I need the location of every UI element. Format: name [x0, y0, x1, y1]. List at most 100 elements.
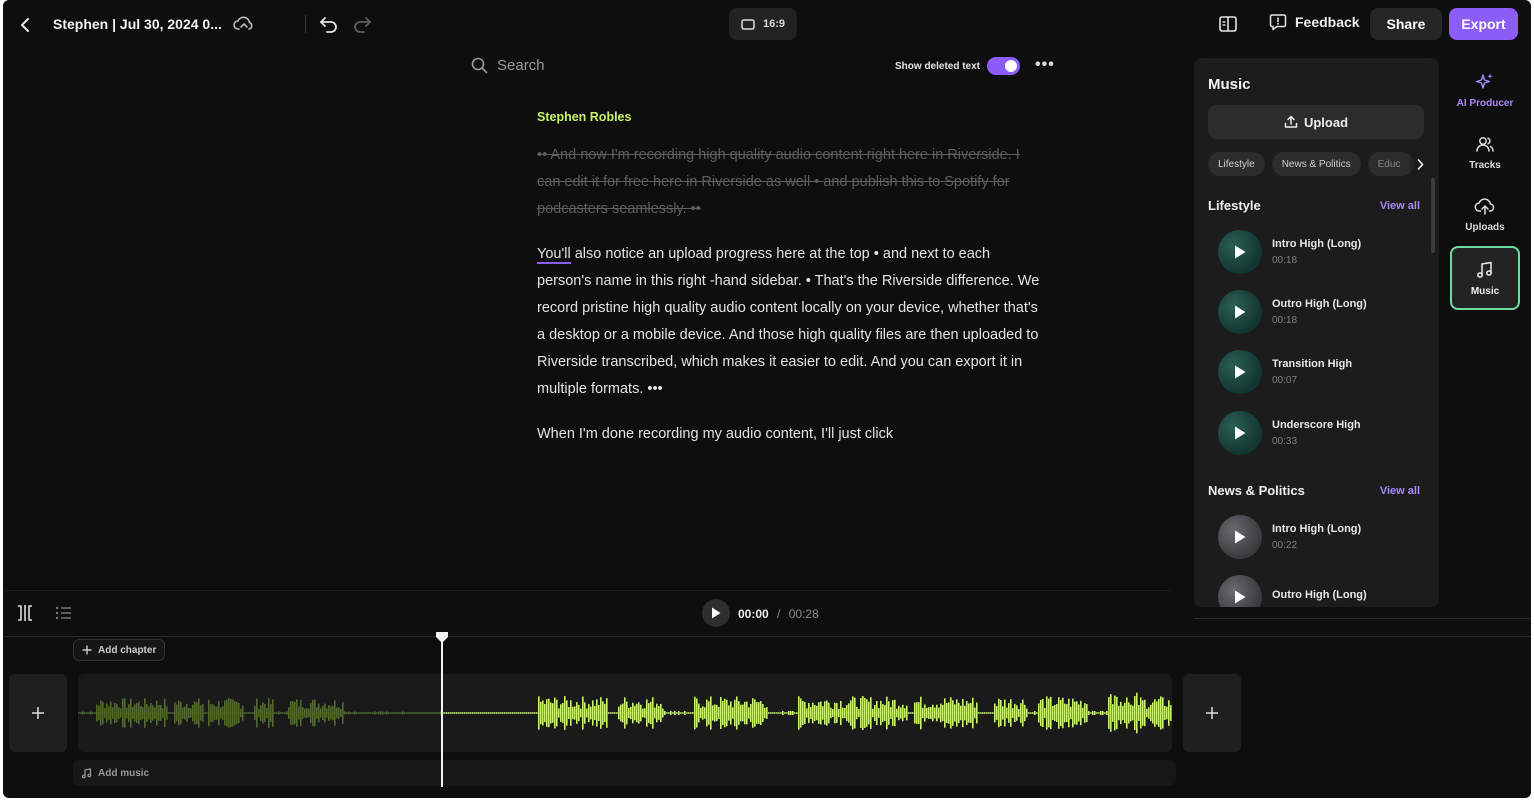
add-music-button[interactable]: Add music: [73, 760, 1176, 786]
play-button[interactable]: [1218, 575, 1262, 607]
panel-title: Music: [1208, 76, 1251, 93]
split-clip-button[interactable]: [15, 604, 35, 627]
category-chips: Lifestyle News & Politics Educ: [1208, 152, 1436, 176]
track-duration: 00:07: [1272, 375, 1298, 386]
section-title: News & Politics: [1208, 483, 1305, 498]
sidebar-item-music[interactable]: Music: [1450, 246, 1520, 310]
music-track[interactable]: Outro High (Long) 00:18: [1218, 289, 1418, 335]
music-track[interactable]: Transition High 00:07: [1218, 349, 1418, 395]
play-button[interactable]: [1218, 411, 1262, 455]
track-name: Outro High (Long): [1272, 588, 1367, 601]
upload-label: Upload: [1303, 114, 1349, 130]
music-track[interactable]: Underscore High 00:33: [1218, 410, 1418, 456]
toolbar-divider: [305, 15, 306, 33]
feedback-label: Feedback: [1295, 14, 1360, 30]
timeline: Add chapter Add music: [3, 632, 1531, 798]
section-title: Lifestyle: [1208, 198, 1261, 213]
panel-scrollbar[interactable]: [1431, 178, 1435, 253]
cloud-sync-button[interactable]: [233, 15, 255, 38]
sidebar-item-label: Music: [1470, 285, 1500, 297]
sidebar-item-label: Uploads: [1465, 221, 1505, 233]
screen-icon: [741, 18, 755, 30]
chevron-left-icon: [21, 18, 29, 32]
plus-icon: [82, 645, 92, 655]
more-horizontal-icon: •••: [1035, 56, 1055, 73]
list-icon: [55, 606, 71, 620]
more-options-button[interactable]: •••: [1035, 56, 1055, 74]
play-button[interactable]: [1218, 350, 1262, 394]
people-icon: [1476, 136, 1494, 152]
share-button[interactable]: Share: [1370, 8, 1442, 40]
speaker-name[interactable]: Stephen Robles: [537, 110, 1047, 124]
playhead-handle[interactable]: [435, 631, 449, 650]
play-icon: [712, 607, 721, 619]
player-bar: 00:00 / 00:28: [3, 590, 1171, 636]
panel-divider: [1194, 618, 1531, 619]
play-icon: [1235, 365, 1246, 379]
view-all-link[interactable]: View all: [1380, 485, 1420, 497]
sidebar-item-label: AI Producer: [1456, 97, 1514, 109]
play-button[interactable]: [1218, 290, 1262, 334]
sidebar-item-ai-producer[interactable]: AI Producer: [1450, 58, 1520, 122]
music-track[interactable]: Intro High (Long) 00:22: [1218, 514, 1418, 560]
highlighted-word[interactable]: You'll: [537, 246, 571, 264]
chapters-list-button[interactable]: [55, 606, 73, 625]
show-deleted-label: Show deleted text: [895, 60, 981, 72]
transcript-paragraph[interactable]: You'll also notice an upload progress he…: [537, 241, 1047, 403]
show-deleted-text-control: Show deleted text: [895, 57, 1021, 75]
track-duration: 00:22: [1272, 540, 1298, 551]
play-button[interactable]: [1218, 515, 1262, 559]
export-button[interactable]: Export: [1449, 8, 1518, 40]
deleted-paragraph[interactable]: •• And now I'm recording high quality au…: [537, 142, 1047, 223]
track-name: Underscore High: [1272, 419, 1361, 431]
add-clip-before-button[interactable]: [9, 674, 67, 752]
category-chip-lifestyle[interactable]: Lifestyle: [1208, 152, 1265, 176]
audio-waveform: [78, 692, 1172, 734]
aspect-ratio-label: 16:9: [762, 18, 786, 30]
paragraph-text: also notice an upload progress here at t…: [537, 246, 1040, 397]
category-chip-education[interactable]: Educ: [1367, 152, 1414, 176]
audio-track-lane[interactable]: [78, 674, 1172, 752]
feedback-button[interactable]: Feedback: [1269, 13, 1360, 31]
track-name: Outro High (Long): [1272, 298, 1367, 310]
redo-button[interactable]: [352, 14, 372, 39]
add-chapter-label: Add chapter: [98, 644, 157, 656]
chips-scroll-right-button[interactable]: [1410, 154, 1430, 174]
category-chip-news-politics[interactable]: News & Politics: [1271, 152, 1361, 176]
music-panel: Music Upload Lifestyle News & Politics E…: [1194, 58, 1439, 607]
add-music-label: Add music: [98, 767, 150, 779]
sidebar-item-uploads[interactable]: Uploads: [1450, 182, 1520, 246]
sidebar-item-tracks[interactable]: Tracks: [1450, 120, 1520, 184]
track-duration: 00:18: [1272, 315, 1298, 326]
track-name: Transition High: [1272, 358, 1353, 370]
add-clip-after-button[interactable]: [1183, 674, 1241, 752]
play-button[interactable]: [1218, 230, 1262, 274]
music-track[interactable]: Intro High (Long) 00:18: [1218, 229, 1418, 275]
section-header-news-politics: News & Politics View all: [1208, 483, 1420, 498]
show-deleted-toggle[interactable]: [987, 57, 1021, 75]
aspect-ratio-button[interactable]: 16:9: [729, 8, 797, 40]
plus-icon: [1206, 707, 1218, 719]
play-icon: [1235, 245, 1246, 259]
play-pause-button[interactable]: [702, 599, 730, 627]
play-icon: [1235, 530, 1246, 544]
playhead-line[interactable]: [441, 637, 443, 787]
top-bar: Stephen | Jul 30, 2024 0... 16:9 Feedbac…: [3, 0, 1531, 50]
chevron-right-icon: [1417, 158, 1424, 170]
project-title[interactable]: Stephen | Jul 30, 2024 0...: [53, 16, 222, 32]
music-track[interactable]: Outro High (Long): [1218, 574, 1418, 607]
playback-time: 00:00 / 00:28: [738, 607, 819, 621]
cloud-upload-icon: [1474, 197, 1495, 215]
play-icon: [1235, 590, 1246, 604]
layout-toggle-button[interactable]: [1218, 14, 1238, 39]
add-chapter-button[interactable]: Add chapter: [73, 639, 166, 661]
upload-music-button[interactable]: Upload: [1208, 105, 1424, 139]
back-button[interactable]: [15, 15, 35, 35]
undo-button[interactable]: [319, 14, 339, 39]
plus-icon: [32, 707, 44, 719]
play-icon: [1235, 426, 1246, 440]
search-input[interactable]: [497, 57, 697, 74]
redo-icon: [354, 17, 371, 33]
view-all-link[interactable]: View all: [1380, 200, 1420, 212]
transcript-paragraph[interactable]: When I'm done recording my audio content…: [537, 421, 1047, 448]
